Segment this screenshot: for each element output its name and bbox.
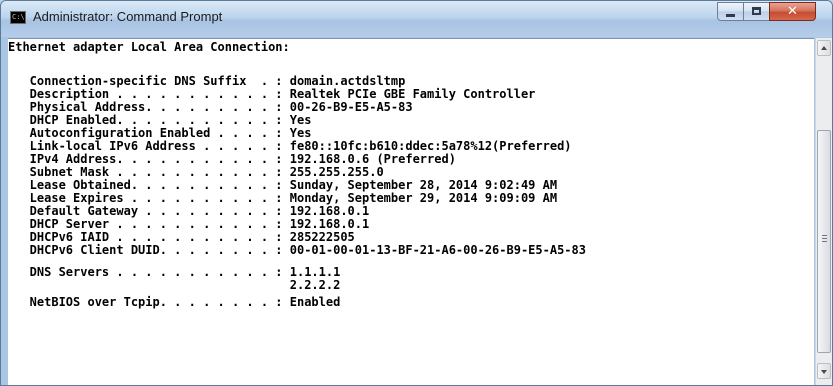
minimize-button[interactable] — [717, 2, 744, 21]
close-icon: ✕ — [787, 4, 798, 19]
cmd-icon-glyph: C:\ — [12, 13, 25, 21]
console-line: Autoconfiguration Enabled . . . . : Yes — [8, 126, 312, 140]
command-prompt-window: C:\ Administrator: Command Prompt ✕ Ethe… — [0, 0, 833, 386]
console-line: DHCPv6 IAID . . . . . . . . . . . : 2852… — [8, 230, 355, 244]
scroll-up-button[interactable] — [817, 40, 831, 56]
console-line: IPv4 Address. . . . . . . . . . . : 192.… — [8, 152, 456, 166]
console-line: 2.2.2.2 — [8, 278, 341, 292]
console-line: DNS Servers . . . . . . . . . . . : 1.1.… — [8, 265, 341, 279]
console-line: Link-local IPv6 Address . . . . . : fe80… — [8, 139, 572, 153]
console-line: Default Gateway . . . . . . . . . : 192.… — [8, 204, 370, 218]
close-button[interactable]: ✕ — [769, 2, 816, 21]
window-title: Administrator: Command Prompt — [33, 9, 223, 24]
scroll-down-button[interactable] — [817, 363, 831, 379]
console-line: Subnet Mask . . . . . . . . . . . : 255.… — [8, 165, 384, 179]
console-output[interactable]: Ethernet adapter Local Area Connection: … — [8, 38, 814, 385]
console-line: NetBIOS over Tcpip. . . . . . . . : Enab… — [8, 295, 341, 309]
cmd-icon[interactable]: C:\ — [10, 11, 26, 24]
vertical-scrollbar[interactable] — [815, 38, 832, 385]
console-line: Lease Obtained. . . . . . . . . . : Sund… — [8, 178, 558, 192]
console-line: Connection-specific DNS Suffix . : domai… — [8, 74, 406, 88]
scrollbar-thumb[interactable] — [817, 130, 831, 353]
console-line: DHCPv6 Client DUID. . . . . . . . : 00-0… — [8, 243, 586, 257]
maximize-button[interactable] — [743, 2, 770, 21]
minimize-icon — [726, 14, 735, 17]
console-line: DHCP Server . . . . . . . . . . . : 192.… — [8, 217, 370, 231]
console-line: Physical Address. . . . . . . . . : 00-2… — [8, 100, 413, 114]
console-line: Lease Expires . . . . . . . . . . : Mond… — [8, 191, 558, 205]
console-line: Ethernet adapter Local Area Connection: — [8, 40, 290, 54]
console-line: DHCP Enabled. . . . . . . . . . . : Yes — [8, 113, 312, 127]
chevron-down-icon — [821, 370, 827, 374]
title-bar[interactable]: C:\ Administrator: Command Prompt ✕ — [1, 1, 832, 37]
console-line: Description . . . . . . . . . . . : Real… — [8, 87, 536, 101]
chevron-up-icon — [821, 46, 827, 50]
maximize-icon — [752, 7, 761, 15]
grip-icon — [822, 235, 827, 244]
